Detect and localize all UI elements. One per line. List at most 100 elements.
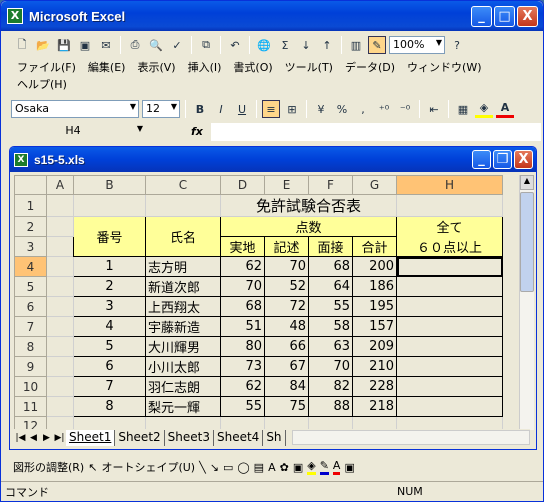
col-header-a[interactable]: A [46, 175, 74, 195]
col-header-f[interactable]: F [308, 175, 353, 195]
header-all-60[interactable]: ６０点以上 [396, 236, 503, 257]
fill-bucket-icon[interactable]: ◈ [307, 459, 316, 475]
menu-tools[interactable]: ツール(T) [285, 59, 333, 76]
cell-name[interactable]: 羽仁志朗 [145, 376, 221, 397]
cell-number[interactable]: 7 [73, 376, 146, 397]
cell-score[interactable]: 210 [352, 356, 397, 377]
spreadsheet-grid[interactable]: A B C D E F G H 1 免許試験合否表 2 番号 氏名 点数 全て … [14, 175, 503, 436]
size-combo[interactable]: 12 ▼ [142, 100, 180, 118]
header-score[interactable]: 点数 [220, 216, 397, 237]
cell-all-60[interactable] [396, 396, 503, 417]
menu-window[interactable]: ウィンドウ(W) [407, 59, 481, 76]
zoom-combo[interactable]: 100% ▼ [389, 36, 445, 54]
cell-score[interactable]: 58 [308, 316, 353, 337]
col-header-g[interactable]: G [352, 175, 397, 195]
italic-button[interactable]: I [212, 100, 230, 118]
undo-icon[interactable]: ↶ [226, 36, 244, 54]
cell[interactable] [46, 296, 74, 317]
autosum-icon[interactable]: Σ [276, 36, 294, 54]
chart-icon[interactable]: ▥ [347, 36, 365, 54]
line-color-icon[interactable]: ✎ [319, 459, 329, 475]
menu-data[interactable]: データ(D) [345, 59, 395, 76]
cell-score[interactable]: 66 [264, 336, 309, 357]
copy-icon[interactable]: ⧉ [197, 36, 215, 54]
close-button[interactable]: X [517, 6, 538, 27]
cell[interactable] [46, 336, 74, 357]
cell-score[interactable]: 68 [308, 256, 353, 277]
align-center-icon[interactable]: ≡ [262, 100, 280, 118]
cell-score[interactable]: 63 [308, 336, 353, 357]
tab-sheet5[interactable]: Sh [263, 429, 286, 446]
col-header-c[interactable]: C [145, 175, 221, 195]
minimize-button[interactable]: _ [471, 6, 492, 27]
scroll-up-icon[interactable]: ▲ [520, 175, 534, 190]
sort-desc-icon[interactable]: ↑ [318, 36, 336, 54]
cell-name[interactable]: 宇藤新造 [145, 316, 221, 337]
cell-score[interactable]: 67 [264, 356, 309, 377]
vertical-scrollbar[interactable]: ▲ [519, 175, 534, 430]
cell[interactable] [46, 396, 74, 417]
cell-score[interactable]: 51 [220, 316, 265, 337]
cell-all-60[interactable] [396, 376, 503, 397]
cell-score[interactable]: 218 [352, 396, 397, 417]
cell-score[interactable]: 195 [352, 296, 397, 317]
cell-score[interactable]: 52 [264, 276, 309, 297]
cell-number[interactable]: 4 [73, 316, 146, 337]
cell-score[interactable]: 48 [264, 316, 309, 337]
last-sheet-icon[interactable]: ▶| [53, 433, 66, 443]
increase-decimal-icon[interactable]: ⁺⁰ [375, 100, 393, 118]
preview-icon[interactable]: 🔍 [147, 36, 165, 54]
cell-name[interactable]: 新道次郎 [145, 276, 221, 297]
tab-sheet2[interactable]: Sheet2 [115, 429, 165, 446]
new-icon[interactable]: 🗋 [13, 36, 31, 54]
cell-number[interactable]: 8 [73, 396, 146, 417]
header-written[interactable]: 記述 [264, 236, 309, 257]
indent-icon[interactable]: ⇤ [425, 100, 443, 118]
borders-icon[interactable]: ▦ [454, 100, 472, 118]
row-header[interactable]: 5 [14, 276, 47, 297]
text-color-icon[interactable]: A [332, 459, 341, 475]
maximize-button[interactable]: □ [494, 6, 515, 27]
bold-button[interactable]: B [191, 100, 209, 118]
next-sheet-icon[interactable]: ▶ [40, 433, 53, 443]
cell-score[interactable]: 82 [308, 376, 353, 397]
wb-close-button[interactable]: X [514, 150, 533, 169]
menu-file[interactable]: ファイル(F) [17, 59, 76, 76]
wordart-icon[interactable]: A [268, 461, 276, 474]
open-icon[interactable]: 📂 [34, 36, 52, 54]
row-header[interactable]: 6 [14, 296, 47, 317]
merge-center-icon[interactable]: ⊞ [283, 100, 301, 118]
cell-score[interactable]: 70 [308, 356, 353, 377]
cell[interactable] [46, 256, 74, 277]
decrease-decimal-icon[interactable]: ⁻⁰ [396, 100, 414, 118]
fill-color-icon[interactable]: ◈ [475, 100, 493, 118]
hyperlink-icon[interactable]: 🌐 [255, 36, 273, 54]
cell-all-60[interactable] [396, 356, 503, 377]
line-icon[interactable]: ╲ [199, 461, 206, 474]
sort-asc-icon[interactable]: ↓ [297, 36, 315, 54]
wb-restore-button[interactable]: ❐ [493, 150, 512, 169]
prev-sheet-icon[interactable]: ◀ [27, 433, 40, 443]
cell-name[interactable]: 梨元一輝 [145, 396, 221, 417]
cell-score[interactable]: 88 [308, 396, 353, 417]
col-header-e[interactable]: E [264, 175, 309, 195]
cell[interactable] [46, 356, 74, 377]
cell-all-60[interactable] [396, 316, 503, 337]
wb-minimize-button[interactable]: _ [472, 150, 491, 169]
select-pointer-icon[interactable]: ↖ [88, 461, 97, 474]
col-header-b[interactable]: B [73, 175, 146, 195]
header-interview[interactable]: 面接 [308, 236, 353, 257]
draw-adjust-menu[interactable]: 図形の調整(R) [13, 459, 84, 475]
corner-cell[interactable] [14, 175, 47, 195]
cell-all-60[interactable] [396, 296, 503, 317]
tab-sheet1[interactable]: Sheet1 [66, 429, 116, 446]
name-box[interactable]: H4 ▼ [3, 123, 143, 141]
cell-score[interactable]: 84 [264, 376, 309, 397]
cell-all-60[interactable] [396, 276, 503, 297]
row-header[interactable]: 2 [14, 216, 47, 237]
cell-score[interactable]: 55 [220, 396, 265, 417]
row-header[interactable]: 9 [14, 356, 47, 377]
drawing-icon[interactable]: ✎ [368, 36, 386, 54]
cell-score[interactable]: 62 [220, 256, 265, 277]
currency-button[interactable]: ¥ [312, 100, 330, 118]
